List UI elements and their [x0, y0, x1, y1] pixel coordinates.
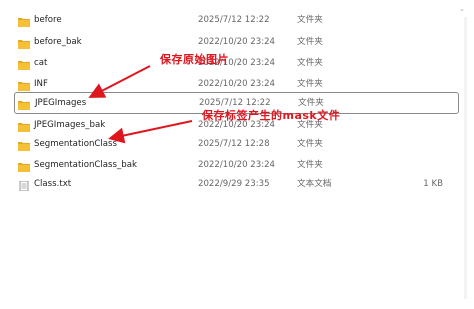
- annotation-save-original-images: 保存原始图片: [160, 53, 229, 66]
- folder-icon: [18, 138, 30, 151]
- text-file-icon: [18, 178, 30, 192]
- file-type: 文件夹: [297, 58, 323, 68]
- folder-icon: [18, 78, 30, 91]
- file-row[interactable]: cat 2022/10/20 23:24 文件夹: [14, 52, 459, 74]
- folder-icon: [18, 14, 30, 27]
- file-date-modified: 2025/7/12 12:22: [198, 15, 270, 25]
- folder-icon: [18, 36, 30, 49]
- file-type: 文本文档: [297, 179, 332, 189]
- annotation-save-mask-files: 保存标签产生的mask文件: [202, 109, 341, 122]
- vertical-scrollbar[interactable]: [464, 17, 467, 299]
- folder-icon: [18, 119, 30, 132]
- folder-icon: [18, 57, 30, 70]
- file-name: before: [34, 15, 62, 25]
- file-date-modified: 2022/9/29 23:35: [198, 179, 270, 189]
- file-row[interactable]: before 2025/7/12 12:22 文件夹: [14, 9, 459, 31]
- file-row[interactable]: Class.txt 2022/9/29 23:35 文本文档 1 KB: [14, 173, 459, 195]
- file-row[interactable]: before_bak 2022/10/20 23:24 文件夹: [14, 31, 459, 53]
- file-type: 文件夹: [297, 15, 323, 25]
- folder-icon: [18, 159, 30, 172]
- file-date-modified: 2025/7/12 12:28: [198, 139, 270, 149]
- folder-icon: [18, 97, 30, 110]
- file-size: 1 KB: [423, 179, 443, 189]
- file-name: before_bak: [34, 37, 82, 47]
- file-name: SegmentationClass: [34, 139, 118, 149]
- file-date-modified: 2022/10/20 23:24: [198, 37, 276, 47]
- file-name: Class.txt: [34, 179, 72, 189]
- file-row[interactable]: SegmentationClass 2025/7/12 12:28 文件夹: [14, 133, 459, 155]
- file-name: JPEGImages: [35, 98, 87, 108]
- scroll-up-arrow-icon[interactable]: ⌄: [459, 5, 465, 13]
- file-name: cat: [34, 58, 48, 68]
- file-type: 文件夹: [297, 37, 323, 47]
- file-type: 文件夹: [297, 139, 323, 149]
